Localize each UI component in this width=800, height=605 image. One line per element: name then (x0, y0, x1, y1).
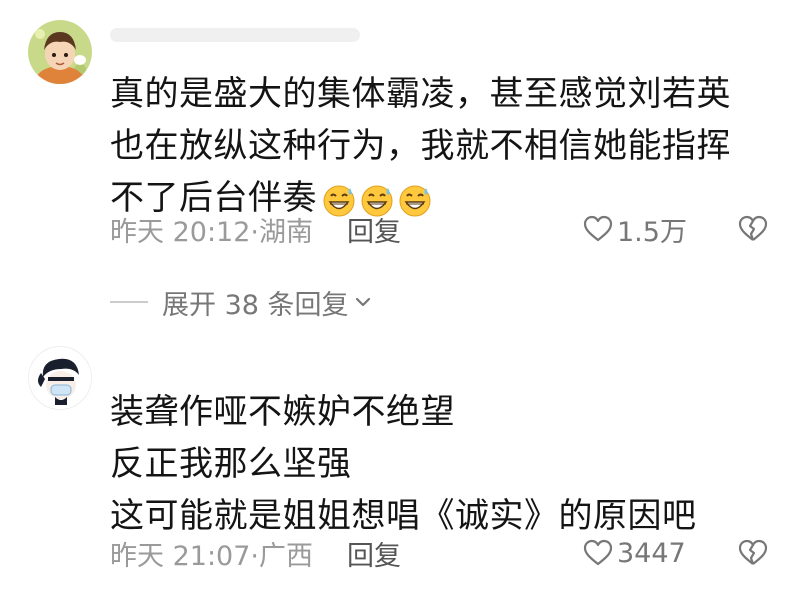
comment-body: 装聋作哑不嫉妒不绝望 反正我那么坚强 这可能就是姐姐想唱《诚实》的原因吧 (110, 386, 697, 542)
comment-line: 真的是盛大的集体霸凌，甚至感觉刘若英 (110, 74, 731, 114)
expand-replies-label: 展开 38 条回复 (162, 289, 349, 321)
grin-sweat-emoji (397, 182, 433, 218)
comment-body: 真的是盛大的集体霸凌，甚至感觉刘若英 也在放纵这种行为，我就不相信她能指挥 不了… (110, 68, 731, 224)
broken-heart-icon[interactable] (738, 539, 768, 567)
username-placeholder[interactable] (110, 28, 360, 42)
comment-time: 昨天 21:07 (110, 540, 251, 572)
divider (110, 301, 148, 303)
comment-line: 也在放纵这种行为，我就不相信她能指挥 (110, 126, 731, 166)
like-button[interactable]: 1.5万 (583, 211, 687, 248)
avatar-illustration (29, 347, 91, 409)
comment-meta: 昨天 20:12 ·湖南 回复 (110, 210, 401, 249)
reply-button[interactable]: 回复 (347, 534, 401, 573)
comment-line: 装聋作哑不嫉妒不绝望 (110, 392, 455, 432)
expand-replies-button[interactable]: 展开 38 条回复 (110, 284, 371, 321)
comment-line: 反正我那么坚强 (110, 444, 352, 484)
heart-icon (583, 539, 613, 566)
broken-heart-icon[interactable] (738, 215, 768, 243)
comment-meta: 昨天 21:07 ·广西 回复 (110, 534, 401, 573)
comment-location: ·广西 (250, 540, 313, 572)
heart-icon (583, 215, 613, 242)
comment-location: ·湖南 (250, 216, 313, 248)
avatar[interactable] (28, 346, 92, 410)
chevron-down-icon (355, 297, 370, 307)
avatar[interactable] (28, 20, 92, 84)
comment-time: 昨天 20:12 (110, 216, 251, 248)
like-count: 1.5万 (617, 216, 687, 248)
avatar-illustration (28, 20, 92, 84)
like-count: 3447 (617, 537, 686, 569)
reply-button[interactable]: 回复 (347, 210, 401, 249)
like-button[interactable]: 3447 (583, 535, 686, 571)
